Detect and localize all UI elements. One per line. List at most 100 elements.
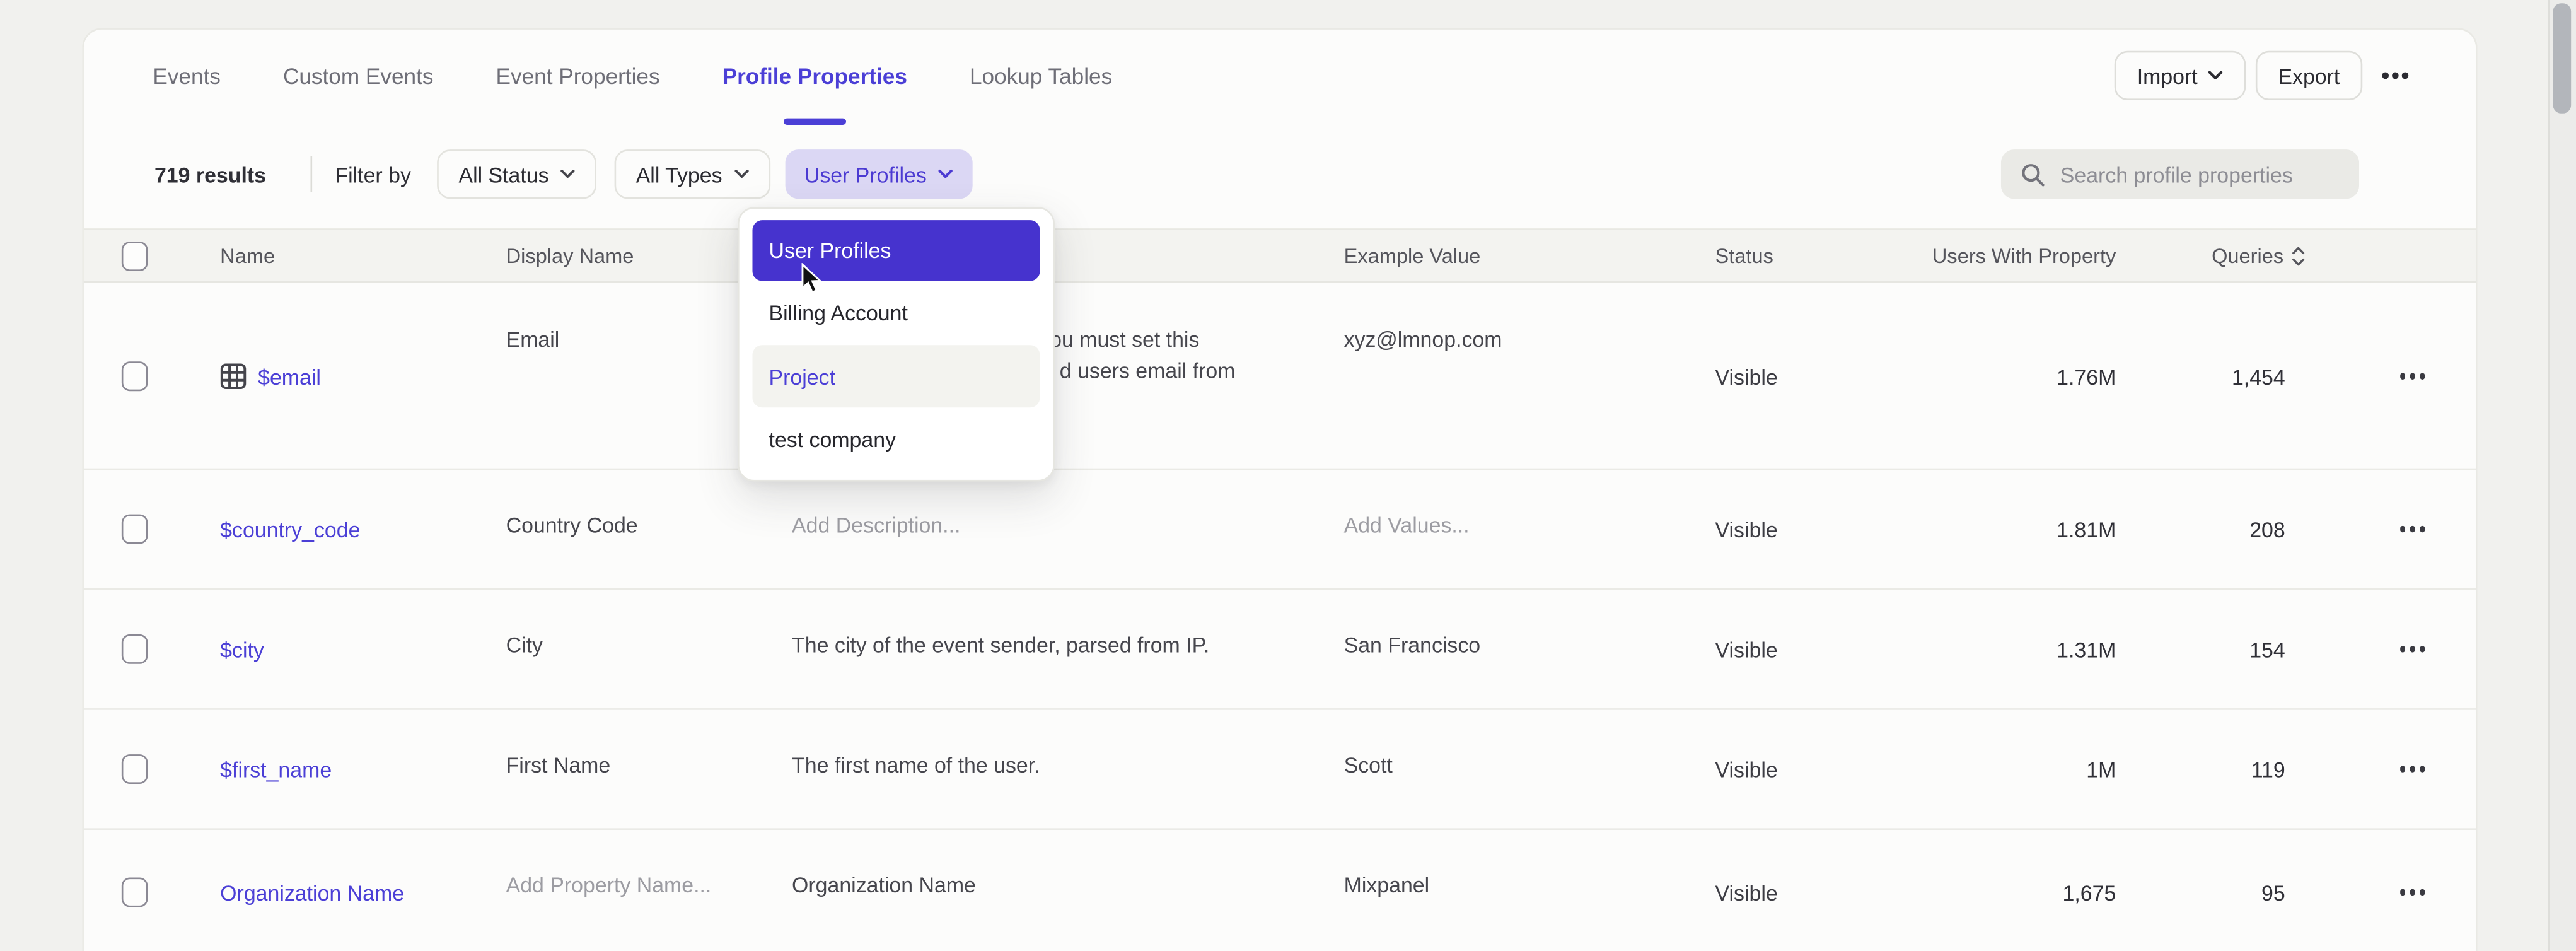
description-cell[interactable]: The first name of the user.	[792, 710, 1344, 829]
table-row: $first_name First Name The first name of…	[84, 710, 2476, 830]
column-header-status[interactable]: Status	[1715, 244, 1921, 267]
select-all-checkbox[interactable]	[122, 241, 148, 271]
row-menu-button[interactable]	[2399, 889, 2425, 895]
queries-cell: 154	[2116, 590, 2293, 709]
search-box	[2001, 149, 2359, 199]
profile-type-filter-dropdown[interactable]: User Profiles	[785, 149, 973, 199]
tab-profile-properties[interactable]: Profile Properties	[722, 63, 907, 88]
example-value-cell[interactable]: Mixpanel	[1344, 830, 1715, 951]
users-with-property-cell: 1.31M	[1920, 590, 2116, 709]
sort-icon[interactable]	[2292, 246, 2305, 265]
tab-event-properties[interactable]: Event Properties	[496, 63, 660, 88]
export-button-label: Export	[2278, 63, 2340, 88]
more-options-button[interactable]	[2372, 51, 2418, 100]
row-checkbox[interactable]	[122, 361, 148, 391]
dropdown-item-test-company[interactable]: test company	[752, 407, 1040, 472]
table-body: $email Email ou must set this d users em…	[84, 284, 2476, 951]
dot-icon	[2382, 73, 2388, 78]
row-checkbox[interactable]	[122, 634, 148, 664]
column-header-name[interactable]: Name	[220, 244, 506, 267]
description-cell[interactable]: The city of the event sender, parsed fro…	[792, 590, 1344, 709]
queries-cell: 119	[2116, 710, 2293, 829]
status-cell: Visible	[1715, 590, 1921, 709]
type-filter-label: All Types	[636, 162, 722, 187]
table-row: Organization Name Add Property Name... O…	[84, 830, 2476, 951]
row-menu-button[interactable]	[2399, 766, 2425, 772]
row-menu-button[interactable]	[2399, 527, 2425, 532]
property-name-link[interactable]: Organization Name	[220, 880, 404, 904]
table-row: $email Email ou must set this d users em…	[84, 284, 2476, 470]
example-value-cell[interactable]: Add Values...	[1344, 470, 1715, 588]
dropdown-item-user-profiles[interactable]: User Profiles	[752, 220, 1040, 281]
status-cell: Visible	[1715, 710, 1921, 829]
dropdown-item-billing-account[interactable]: Billing Account	[752, 281, 1040, 346]
dropdown-item-project[interactable]: Project	[752, 345, 1040, 407]
status-filter-dropdown[interactable]: All Status	[438, 149, 597, 199]
display-name-cell[interactable]: Country Code	[506, 470, 792, 588]
chevron-down-icon	[560, 169, 575, 179]
example-value-cell[interactable]: xyz@lmnop.com	[1344, 284, 1715, 469]
type-filter-dropdown[interactable]: All Types	[615, 149, 770, 199]
export-button[interactable]: Export	[2255, 51, 2363, 100]
table-row: $city City The city of the event sender,…	[84, 590, 2476, 710]
chevron-down-icon	[938, 169, 953, 179]
tab-events[interactable]: Events	[153, 63, 221, 88]
row-menu-button[interactable]	[2399, 373, 2425, 379]
description-cell[interactable]: Add Description...	[792, 470, 1344, 588]
users-with-property-cell: 1,675	[1920, 830, 2116, 951]
row-menu-button[interactable]	[2399, 646, 2425, 652]
display-name-cell[interactable]: City	[506, 590, 792, 709]
property-name-link[interactable]: $city	[220, 637, 264, 662]
import-button-label: Import	[2137, 63, 2198, 88]
search-input[interactable]	[2060, 162, 2340, 187]
example-value-cell[interactable]: San Francisco	[1344, 590, 1715, 709]
scrollbar[interactable]	[2548, 0, 2576, 951]
scrollbar-thumb[interactable]	[2553, 3, 2572, 114]
property-name-link[interactable]: $email	[258, 364, 321, 388]
users-with-property-cell: 1.81M	[1920, 470, 2116, 588]
chevron-down-icon	[2207, 71, 2222, 81]
table-header: Name Display Name Description Example Va…	[84, 228, 2476, 283]
status-cell: Visible	[1715, 830, 1921, 951]
row-checkbox[interactable]	[122, 515, 148, 544]
profile-properties-page: Events Custom Events Event Properties Pr…	[0, 0, 2576, 951]
description-cell[interactable]: Organization Name	[792, 830, 1344, 951]
status-cell: Visible	[1715, 470, 1921, 588]
status-filter-label: All Status	[458, 162, 548, 187]
toolbar-actions: Import Export	[2114, 51, 2476, 100]
column-header-queries[interactable]: Queries	[2116, 244, 2293, 267]
tab-lookup-tables[interactable]: Lookup Tables	[970, 63, 1112, 88]
column-header-queries-label: Queries	[2212, 244, 2283, 267]
active-tab-underline	[784, 117, 846, 124]
tab-bar: Events Custom Events Event Properties Pr…	[84, 30, 2476, 122]
table-row: $country_code Country Code Add Descripti…	[84, 470, 2476, 590]
divider	[310, 156, 312, 192]
tab-custom-events[interactable]: Custom Events	[283, 63, 434, 88]
description-fragment: d users email from	[1060, 355, 1344, 387]
example-value-cell[interactable]: Scott	[1344, 710, 1715, 829]
row-checkbox[interactable]	[122, 878, 148, 907]
column-header-example-value[interactable]: Example Value	[1344, 244, 1715, 267]
search-icon	[2021, 162, 2045, 187]
profile-type-filter-label: User Profiles	[804, 162, 927, 187]
row-checkbox[interactable]	[122, 754, 148, 784]
profile-type-dropdown-menu: User Profiles Billing Account Project te…	[738, 207, 1055, 481]
property-name-link[interactable]: $country_code	[220, 517, 360, 542]
queries-cell: 1,454	[2116, 284, 2293, 469]
column-header-users-with-property[interactable]: Users With Property	[1920, 244, 2116, 267]
display-name-cell[interactable]: First Name	[506, 710, 792, 829]
filter-by-label: Filter by	[335, 162, 410, 187]
queries-cell: 208	[2116, 470, 2293, 588]
results-count: 719 results	[154, 162, 266, 187]
import-button[interactable]: Import	[2114, 51, 2245, 100]
users-with-property-cell: 1.76M	[1920, 284, 2116, 469]
lookup-table-icon	[220, 363, 247, 390]
content-card: Events Custom Events Event Properties Pr…	[82, 28, 2477, 951]
tab-profile-properties-label: Profile Properties	[722, 63, 907, 88]
status-cell: Visible	[1715, 284, 1921, 469]
display-name-cell[interactable]: Add Property Name...	[506, 830, 792, 951]
dot-icon	[2403, 73, 2408, 78]
chevron-down-icon	[734, 169, 748, 179]
dot-icon	[2393, 73, 2398, 78]
property-name-link[interactable]: $first_name	[220, 757, 332, 781]
